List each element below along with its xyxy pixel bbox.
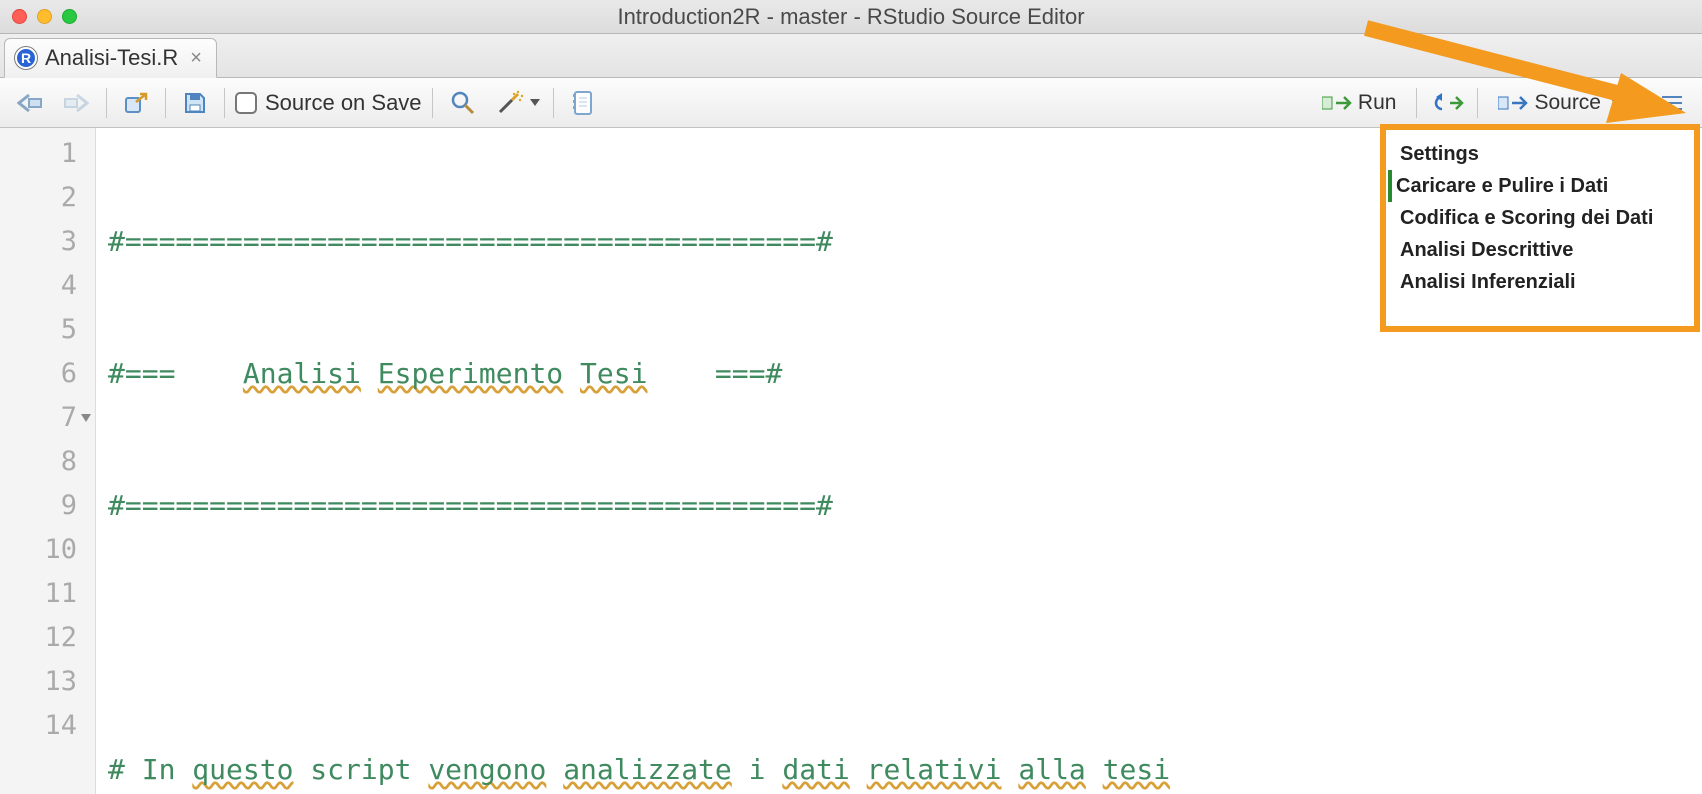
line-number[interactable]: 7 [0,396,95,440]
source-icon [1498,93,1528,113]
tab-close-icon[interactable]: × [190,47,202,70]
line-number[interactable]: 5 [0,308,95,352]
nav-forward-button[interactable] [56,86,96,120]
source-on-save-label: Source on Save [265,90,422,116]
line-number[interactable]: 1 [0,132,95,176]
r-file-icon: R [15,47,37,69]
window-titlebar: Introduction2R - master - RStudio Source… [0,0,1702,34]
chevron-down-icon [1611,99,1621,106]
source-label: Source [1534,91,1601,115]
outline-item[interactable]: Analisi Descrittive [1396,234,1684,266]
line-number[interactable]: 4 [0,264,95,308]
toolbar-separator [106,88,107,118]
run-label: Run [1358,91,1397,115]
source-on-save-toggle[interactable]: Source on Save [235,90,422,116]
outline-item[interactable]: Codifica e Scoring dei Dati [1396,202,1684,234]
line-gutter: 1 2 3 4 5 6 7 8 9 10 11 12 13 14 [0,128,96,794]
nav-back-button[interactable] [10,86,50,120]
outline-item[interactable]: Caricare e Pulire i Dati [1388,170,1684,202]
save-button[interactable] [176,86,214,120]
rerun-button[interactable] [1427,86,1467,120]
line-number[interactable]: 14 [0,704,95,748]
source-button[interactable]: Source [1488,86,1631,120]
checkbox-icon [235,92,257,114]
toolbar-separator [1641,88,1642,118]
notebook-button[interactable] [564,86,600,120]
outline-item[interactable]: Settings [1396,138,1684,170]
find-button[interactable] [443,86,483,120]
outline-toggle-button[interactable] [1652,86,1692,120]
line-number[interactable]: 10 [0,528,95,572]
chevron-down-icon [530,99,540,106]
document-outline-panel: Settings Caricare e Pulire i Dati Codifi… [1386,130,1694,326]
line-number[interactable]: 3 [0,220,95,264]
toolbar-separator [165,88,166,118]
line-number[interactable]: 9 [0,484,95,528]
line-number[interactable]: 11 [0,572,95,616]
code-tools-button[interactable] [489,86,543,120]
editor-toolbar: Source on Save Run Source [0,78,1702,128]
popout-button[interactable] [117,86,155,120]
tab-strip: R Analisi-Tesi.R × [0,34,1702,78]
line-number[interactable]: 12 [0,616,95,660]
line-number[interactable]: 6 [0,352,95,396]
toolbar-separator [432,88,433,118]
toolbar-separator [224,88,225,118]
outline-item[interactable]: Analisi Inferenziali [1396,266,1684,298]
line-number[interactable]: 13 [0,660,95,704]
tab-filename: Analisi-Tesi.R [45,45,178,71]
toolbar-separator [1416,88,1417,118]
source-file-tab[interactable]: R Analisi-Tesi.R × [4,38,217,78]
run-icon [1322,93,1352,113]
line-number[interactable]: 8 [0,440,95,484]
toolbar-separator [1477,88,1478,118]
toolbar-separator [553,88,554,118]
line-number[interactable]: 2 [0,176,95,220]
window-title: Introduction2R - master - RStudio Source… [0,4,1702,30]
run-button[interactable]: Run [1312,86,1407,120]
